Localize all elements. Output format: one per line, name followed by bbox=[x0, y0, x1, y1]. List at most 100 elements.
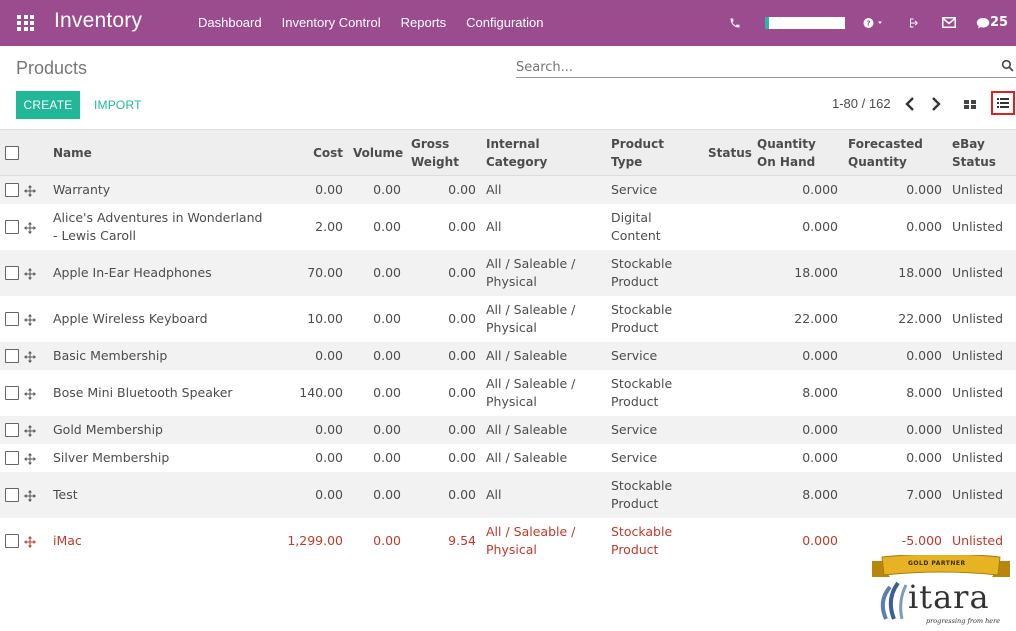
kanban-view-button[interactable] bbox=[962, 96, 978, 112]
drag-handle-icon[interactable] bbox=[24, 535, 36, 548]
table-row[interactable]: Warranty 0.00 0.00 0.00 All Service 0.000 0.000… bbox=[0, 175, 1016, 204]
row-checkbox[interactable] bbox=[5, 349, 19, 363]
cell-name: Basic Membership bbox=[48, 341, 268, 370]
cell-internal-category: All / Saleable bbox=[481, 415, 606, 444]
cell-forecasted-quantity: 0.000 bbox=[843, 443, 947, 472]
table-row[interactable]: Bose Mini Bluetooth Speaker 140.00 0.00 0.0… bbox=[0, 369, 1016, 416]
header-product-type[interactable]: Product Type bbox=[606, 129, 703, 176]
header-name[interactable]: Name bbox=[48, 129, 268, 176]
row-checkbox[interactable] bbox=[5, 488, 19, 502]
header-gross-weight[interactable]: Gross Weight bbox=[406, 129, 481, 176]
help-dropdown-icon[interactable]: ? bbox=[863, 0, 885, 46]
header-quantity-on-hand[interactable]: Quantity On Hand bbox=[752, 129, 843, 176]
status-input-field[interactable] bbox=[765, 17, 845, 29]
chat-icon[interactable]: 25 bbox=[976, 0, 1008, 46]
table-header-row: Name Cost Volume Gross Weight Internal C… bbox=[0, 129, 1016, 176]
drag-handle-icon[interactable] bbox=[24, 424, 36, 437]
cell-cost: 140.00 bbox=[268, 369, 348, 416]
drag-handle-icon[interactable] bbox=[24, 452, 36, 465]
header-status[interactable]: Status bbox=[703, 129, 752, 176]
cell-gross-weight: 0.00 bbox=[406, 203, 481, 250]
header-cost[interactable]: Cost bbox=[268, 129, 348, 176]
row-checkbox[interactable] bbox=[5, 451, 19, 465]
cell-internal-category: All bbox=[481, 175, 606, 204]
pager-value[interactable]: 1-80 / 162 bbox=[832, 96, 891, 111]
mail-icon[interactable] bbox=[942, 0, 956, 46]
cell-quantity-on-hand: 0.000 bbox=[752, 517, 843, 564]
row-checkbox[interactable] bbox=[5, 534, 19, 548]
row-checkbox[interactable] bbox=[5, 220, 19, 234]
cell-status bbox=[703, 471, 752, 518]
cell-status bbox=[703, 175, 752, 204]
drag-handle-icon[interactable] bbox=[24, 184, 36, 198]
cell-forecasted-quantity: 0.000 bbox=[843, 203, 947, 250]
header-forecasted-quantity[interactable]: Forecasted Quantity bbox=[843, 129, 947, 176]
table-body: Warranty 0.00 0.00 0.00 All Service 0.000 0.000… bbox=[0, 175, 1016, 564]
drag-handle-icon[interactable] bbox=[24, 221, 36, 234]
sign-in-icon[interactable] bbox=[908, 0, 921, 46]
drag-handle-icon[interactable] bbox=[24, 489, 36, 502]
page-title: Products bbox=[16, 58, 88, 78]
search-input[interactable] bbox=[516, 57, 986, 77]
table-row[interactable]: iMac 1,299.00 0.00 9.54 All / Saleable / Phy… bbox=[0, 517, 1016, 564]
apps-grid-icon[interactable] bbox=[17, 15, 34, 31]
header-ebay-status[interactable]: eBay Status bbox=[947, 129, 1016, 176]
menu-reports[interactable]: Reports bbox=[391, 0, 457, 46]
cell-forecasted-quantity: 8.000 bbox=[843, 369, 947, 416]
drag-handle-icon[interactable] bbox=[24, 267, 36, 280]
menu-dashboard[interactable]: Dashboard bbox=[188, 0, 272, 46]
menu-inventory-control[interactable]: Inventory Control bbox=[272, 0, 391, 46]
select-all-checkbox[interactable] bbox=[5, 146, 19, 160]
cell-forecasted-quantity: 0.000 bbox=[843, 175, 947, 204]
grid-view-icon bbox=[962, 100, 978, 116]
cell-volume: 0.00 bbox=[348, 415, 406, 444]
search-icon[interactable] bbox=[1001, 59, 1014, 72]
cell-product-type: Stockable Product bbox=[606, 517, 703, 564]
search-bar bbox=[516, 57, 1016, 78]
drag-handle-icon[interactable] bbox=[24, 313, 36, 326]
import-button[interactable]: IMPORT bbox=[86, 91, 150, 119]
cell-cost: 0.00 bbox=[268, 415, 348, 444]
row-checkbox[interactable] bbox=[5, 312, 19, 326]
cell-name: iMac bbox=[48, 517, 268, 564]
table-row[interactable]: Alice's Adventures in Wonderland - Lewis… bbox=[0, 203, 1016, 250]
header-internal-category[interactable]: Internal Category bbox=[481, 129, 606, 176]
drag-handle-icon[interactable] bbox=[24, 387, 36, 400]
table-row[interactable]: Basic Membership 0.00 0.00 0.00 All / Saleab… bbox=[0, 341, 1016, 370]
cell-quantity-on-hand: 0.000 bbox=[752, 443, 843, 472]
cell-name: Warranty bbox=[48, 175, 268, 204]
chevron-left-icon bbox=[903, 97, 917, 116]
cell-cost: 10.00 bbox=[268, 295, 348, 342]
logo-tagline: progressing from here bbox=[926, 617, 1001, 625]
cell-internal-category: All / Saleable / Physical bbox=[481, 249, 606, 296]
cell-product-type: Stockable Product bbox=[606, 369, 703, 416]
create-button[interactable]: CREATE bbox=[16, 91, 80, 119]
row-checkbox[interactable] bbox=[5, 183, 19, 198]
table-row[interactable]: Apple Wireless Keyboard 10.00 0.00 0.00 All … bbox=[0, 295, 1016, 342]
drag-handle-icon[interactable] bbox=[24, 350, 36, 363]
cell-volume: 0.00 bbox=[348, 443, 406, 472]
row-select-cell bbox=[0, 471, 24, 518]
cell-quantity-on-hand: 8.000 bbox=[752, 471, 843, 518]
row-checkbox[interactable] bbox=[5, 423, 19, 437]
logo-ribbon-text: GOLD PARTNER bbox=[908, 560, 966, 567]
phone-icon[interactable] bbox=[729, 0, 741, 46]
cell-product-type: Stockable Product bbox=[606, 471, 703, 518]
table-row[interactable]: Silver Membership 0.00 0.00 0.00 All / Salea… bbox=[0, 443, 1016, 472]
row-checkbox[interactable] bbox=[5, 266, 19, 280]
menu-configuration[interactable]: Configuration bbox=[456, 0, 553, 46]
next-page-button[interactable] bbox=[929, 96, 943, 112]
row-checkbox[interactable] bbox=[5, 386, 19, 400]
cell-forecasted-quantity: 22.000 bbox=[843, 295, 947, 342]
cell-name: Apple In-Ear Headphones bbox=[48, 249, 268, 296]
table-row[interactable]: Apple In-Ear Headphones 70.00 0.00 0.00 All … bbox=[0, 249, 1016, 296]
cell-forecasted-quantity: 18.000 bbox=[843, 249, 947, 296]
table-row[interactable]: Test 0.00 0.00 0.00 All Stockable Product 8.00… bbox=[0, 471, 1016, 518]
header-volume[interactable]: Volume bbox=[348, 129, 406, 176]
previous-page-button[interactable] bbox=[903, 96, 917, 112]
cell-internal-category: All bbox=[481, 203, 606, 250]
list-view-button[interactable] bbox=[991, 91, 1015, 115]
cell-name: Bose Mini Bluetooth Speaker bbox=[48, 369, 268, 416]
cell-name: Test bbox=[48, 471, 268, 518]
table-row[interactable]: Gold Membership 0.00 0.00 0.00 All / Saleabl… bbox=[0, 415, 1016, 444]
